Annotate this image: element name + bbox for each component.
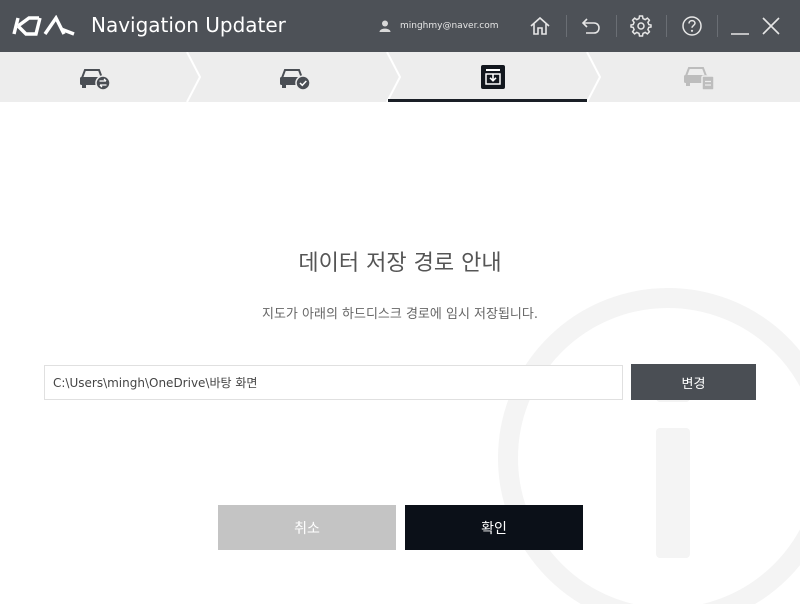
home-button[interactable] [526, 12, 554, 40]
user-icon [379, 20, 391, 32]
confirm-button[interactable]: 확인 [405, 505, 583, 550]
download-box-icon [481, 65, 505, 89]
separator [566, 15, 567, 37]
user-account: minghmy@naver.com [379, 18, 499, 34]
home-icon [530, 16, 550, 35]
car-transfer-icon [80, 69, 111, 90]
separator [616, 15, 617, 37]
watermark-info-icon [498, 288, 800, 604]
car-update-icon [684, 67, 715, 91]
close-button[interactable] [757, 12, 785, 40]
separator [717, 15, 718, 37]
close-icon [762, 17, 780, 35]
step-1 [0, 52, 190, 102]
active-step-underline [388, 99, 587, 102]
help-icon [682, 16, 702, 36]
step-indicator [0, 52, 800, 102]
user-email: minghmy@naver.com [400, 21, 499, 31]
help-button[interactable] [678, 12, 706, 40]
change-path-button[interactable]: 변경 [631, 364, 756, 400]
step-4 [600, 52, 800, 102]
gear-icon [630, 15, 652, 37]
minimize-button[interactable] [726, 12, 754, 40]
page-title: 데이터 저장 경로 안내 [298, 251, 502, 276]
minimize-icon [731, 33, 749, 35]
car-check-icon [280, 69, 311, 90]
separator [666, 15, 667, 37]
save-path-field[interactable] [44, 365, 623, 400]
kia-logo [12, 15, 75, 36]
back-icon [581, 18, 600, 34]
step-3-active [398, 52, 588, 102]
title-bar: Navigation Updater minghmy@naver.com [0, 0, 800, 52]
step-2 [200, 52, 390, 102]
cancel-button[interactable]: 취소 [218, 505, 396, 550]
back-button[interactable] [577, 12, 605, 40]
app-title: Navigation Updater [91, 13, 286, 37]
settings-button[interactable] [627, 12, 655, 40]
page-description: 지도가 아래의 하드디스크 경로에 임시 저장됩니다. [262, 307, 538, 322]
